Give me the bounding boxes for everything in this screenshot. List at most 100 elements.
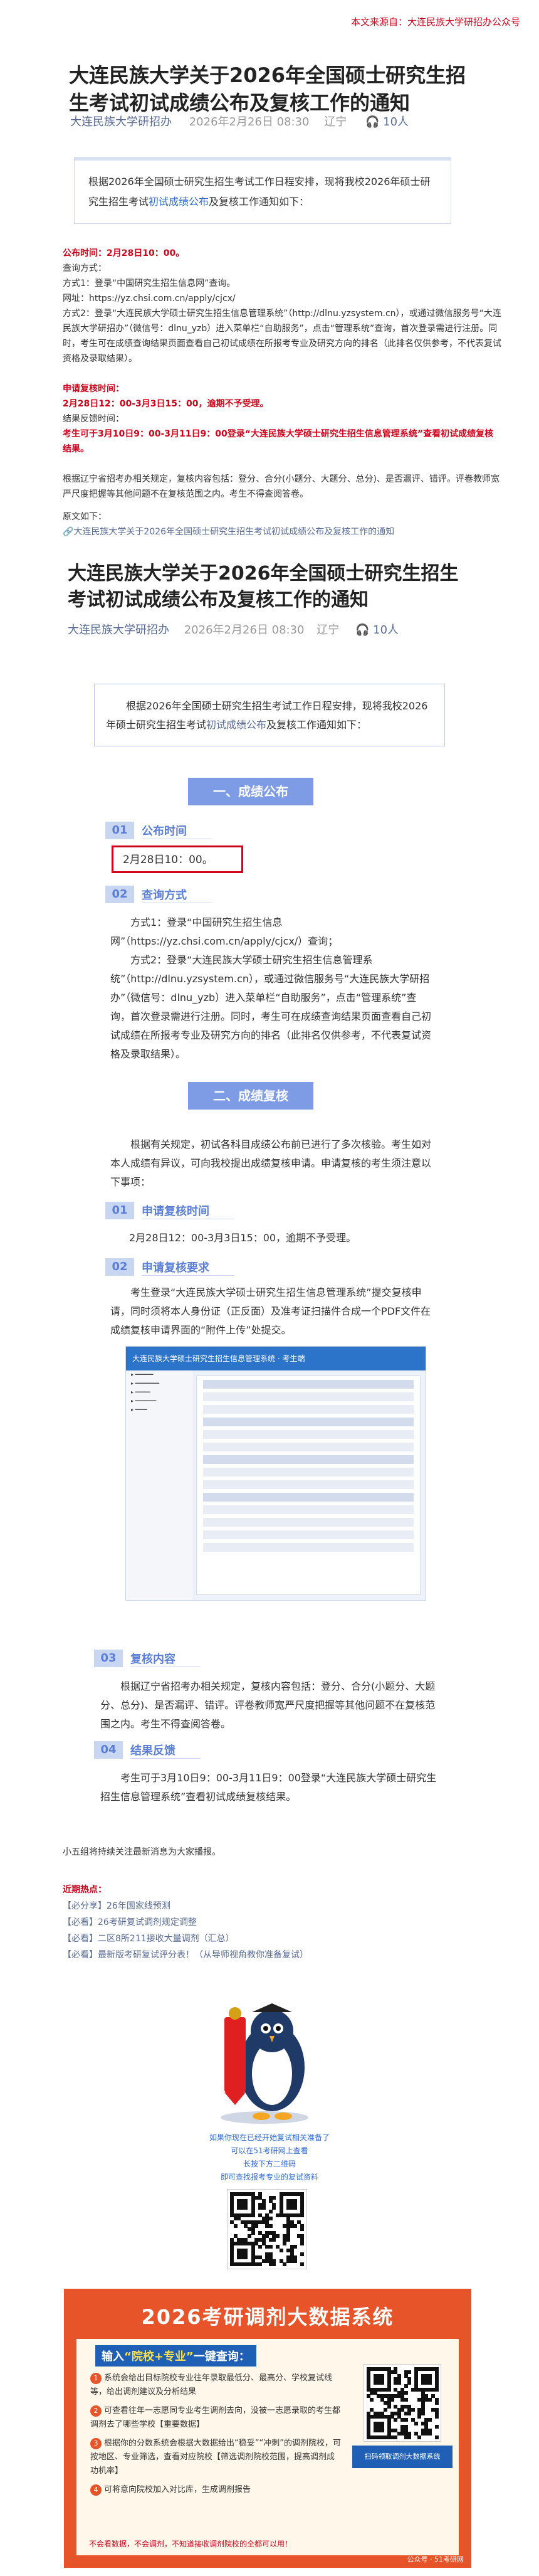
s1-time: 2月28日10：00。 xyxy=(123,854,213,866)
embedded-date: 2026年2月26日 08:30 xyxy=(184,623,305,637)
qr-module xyxy=(261,2206,266,2210)
ad-qr-code[interactable] xyxy=(364,2364,441,2442)
qr-module xyxy=(387,2404,391,2409)
s2-sub3-num: 03 xyxy=(94,1650,123,1667)
embedded-account[interactable]: 大连民族大学研招办 xyxy=(68,623,169,637)
intro-keyword[interactable]: 初试成绩公布 xyxy=(149,196,209,208)
qr-module xyxy=(417,2415,422,2419)
system-screenshot: 大连民族大学硕士研究生招生信息管理系统 · 考生端 ▸ ━━━━━━ ▸ ━━━… xyxy=(125,1346,426,1601)
s2-req: 考生登录“大连民族大学硕士研究生招生信息管理系统”提交复核申请，同时须将本人身份… xyxy=(110,1286,431,1336)
article-meta: 大连民族大学研招办 2026年2月26日 08:30 辽宁 🎧 10人 xyxy=(70,113,409,129)
qr-module xyxy=(254,2224,259,2228)
original-label: 原文如下： xyxy=(63,512,107,522)
review-result: 考生可于3月10日9：00-3月11日9：00登录“大连民族大学硕士研究生招生信… xyxy=(63,429,494,454)
qr-module xyxy=(411,2408,415,2412)
s2-sub2-num: 02 xyxy=(105,1258,134,1276)
s2-sub1-num: 01 xyxy=(105,1202,134,1219)
ad-feature-4: 4 可将意向院校加入对比库，生成调剂报告 xyxy=(90,2483,341,2497)
original-link[interactable]: 🔗大连民族大学关于2026年全国硕士研究生招生考试初试成绩公布及复核工作的通知 xyxy=(63,524,501,539)
recent-link-4[interactable]: 【必看】最新版考研复试评分表！（从导师视角教你准备复试） xyxy=(63,1947,308,1963)
qr-module xyxy=(300,2227,305,2232)
qr-module xyxy=(397,2380,401,2385)
recent-link-2[interactable]: 【必看】26考研复试调剂规定调整 xyxy=(63,1914,308,1931)
watermark: 公众号 · 51考研网 xyxy=(407,2555,464,2563)
qr-module xyxy=(427,2397,432,2402)
embedded-article-header: 大连民族大学关于2026年全国硕士研究生招生考试初试成绩公布及复核工作的通知 大… xyxy=(68,561,464,637)
s1-sub1: 01 公布时间 xyxy=(105,822,212,839)
qr-module xyxy=(407,2411,412,2415)
qr-module xyxy=(434,2415,439,2419)
review-time-label: 申请复核时间： xyxy=(63,384,124,394)
qr-module xyxy=(300,2252,305,2256)
intro-quote: 根据2026年全国硕士研究生招生考试工作日程安排，现将我校2026年硕士研究生招… xyxy=(74,157,451,224)
recent-link-3[interactable]: 【必看】二区8所211接收大量调剂（汇总） xyxy=(63,1931,308,1947)
views-count: 🎧 10人 xyxy=(365,115,409,129)
qr-module xyxy=(272,2262,276,2267)
account-link[interactable]: 大连民族大学研招办 xyxy=(70,115,172,129)
qr-module xyxy=(404,2418,408,2422)
embedded-location: 辽宁 xyxy=(317,623,340,637)
qr-module xyxy=(293,2206,298,2210)
embedded-views: 🎧 10人 xyxy=(355,623,399,637)
qr-module xyxy=(293,2245,298,2249)
qr-module xyxy=(272,2195,276,2200)
s2-sub3: 03 复核内容 xyxy=(94,1650,201,1667)
s1-method1: 方式1：登录“中国研究生招生信息网”（https://yz.chsi.com.c… xyxy=(110,916,338,947)
system-header: 大连民族大学硕士研究生招生信息管理系统 · 考生端 xyxy=(126,1347,426,1370)
qr-module xyxy=(404,2391,408,2395)
method1: 方式1：登录“中国研究生招生信息网”查询。 xyxy=(63,278,236,289)
qr-module xyxy=(251,2213,255,2217)
method-url[interactable]: 网址：https://yz.chsi.com.cn/apply/cjcx/ xyxy=(63,291,501,306)
penguin-mascot-image xyxy=(221,2003,308,2124)
qr-module xyxy=(251,2230,255,2235)
source-note: 本文来源自：大连民族大学研招办公众号 xyxy=(350,16,520,28)
qr-module xyxy=(268,2245,273,2249)
qr-module xyxy=(380,2380,384,2385)
qr-module xyxy=(394,2435,398,2439)
qr-code[interactable] xyxy=(227,2189,307,2269)
s2-sub1: 01 申请复核时间 xyxy=(105,1202,234,1219)
ad-body: 输入“院校+专业”一键查询： 1 系统会给出目标院校专业往年录取最低分、最高分、学… xyxy=(76,2339,459,2555)
embedded-intro-keyword[interactable]: 初试成绩公布 xyxy=(206,719,266,731)
s2-result: 考生可于3月10日9：00-3月11日9：00登录“大连民族大学硕士研究生招生信… xyxy=(100,1772,437,1803)
s2-sub2-label: 申请复核要求 xyxy=(142,1259,234,1276)
article-title: 大连民族大学关于2026年全国硕士研究生招生考试初试成绩公布及复核工作的通知 xyxy=(69,63,466,115)
section1-banner: 一、成绩公布 xyxy=(188,778,313,805)
embedded-title: 大连民族大学关于2026年全国硕士研究生招生考试初试成绩公布及复核工作的通知 xyxy=(68,563,459,611)
qr-module xyxy=(283,2241,287,2245)
qr-module xyxy=(244,2206,248,2210)
qr-module xyxy=(300,2241,305,2245)
location: 辽宁 xyxy=(324,115,347,129)
recent-link-1[interactable]: 【必分享】26年国家线预测 xyxy=(63,1898,308,1914)
qr-module xyxy=(417,2435,422,2439)
qr-module xyxy=(293,2224,298,2228)
promo-text: 如果你现在已经开始复试相关准备了 可以在51考研网上查看 长按下方二维码 即可查… xyxy=(209,2133,330,2181)
s2-sub2: 02 申请复核要求 xyxy=(105,1258,234,1276)
qr-module xyxy=(434,2435,439,2439)
qr-module xyxy=(300,2262,305,2267)
qr-module xyxy=(380,2428,384,2432)
qr-module xyxy=(258,2262,262,2267)
ad-feature-1: 1 系统会给出目标院校专业往年录取最低分、最高分、学校复试线等，给出调剂建议及分析… xyxy=(90,2373,333,2397)
s2-intro: 根据有关规定，初试各科目成绩公布前已进行了多次核验。考生如对本人成绩有异议，可向… xyxy=(110,1138,432,1188)
qr-module xyxy=(387,2387,391,2392)
s1-sub1-label: 公布时间 xyxy=(142,822,212,839)
publish-time: 公布时间：2月28日10：00。 xyxy=(63,248,185,258)
closing-line: 小五组将持续关注最新消息为大家播报。 xyxy=(63,1847,221,1857)
embedded-intro-b: 及复核工作通知如下： xyxy=(266,719,367,731)
ad-feature-2: 2 可查看往年一志愿同专业考生调剂去向，没被一志愿录取的考生都调剂去了哪些学校【重… xyxy=(90,2405,341,2429)
qr-module xyxy=(427,2418,432,2422)
qr-module xyxy=(384,2408,388,2412)
qr-module xyxy=(421,2411,425,2415)
summary-block: 公布时间：2月28日10：00。 查询方式： 方式1：登录“中国研究生招生信息网… xyxy=(63,246,501,539)
review-result-label: 结果反馈时间： xyxy=(63,414,124,424)
qr-module xyxy=(268,2224,273,2228)
ad-banner[interactable]: 2026考研调剂大数据系统 输入“院校+专业”一键查询： 1 系统会给出目标院校专… xyxy=(64,2289,471,2568)
ad-warning: 不会看数据，不会调剂，不知道接收调剂院校的全都可以用！ xyxy=(89,2540,293,2548)
qr-module xyxy=(407,2435,412,2439)
qr-module xyxy=(293,2259,298,2263)
qr-module xyxy=(272,2206,276,2210)
qr-module xyxy=(427,2432,432,2436)
qr-module xyxy=(279,2248,283,2252)
link-icon: 🔗 xyxy=(63,527,74,537)
